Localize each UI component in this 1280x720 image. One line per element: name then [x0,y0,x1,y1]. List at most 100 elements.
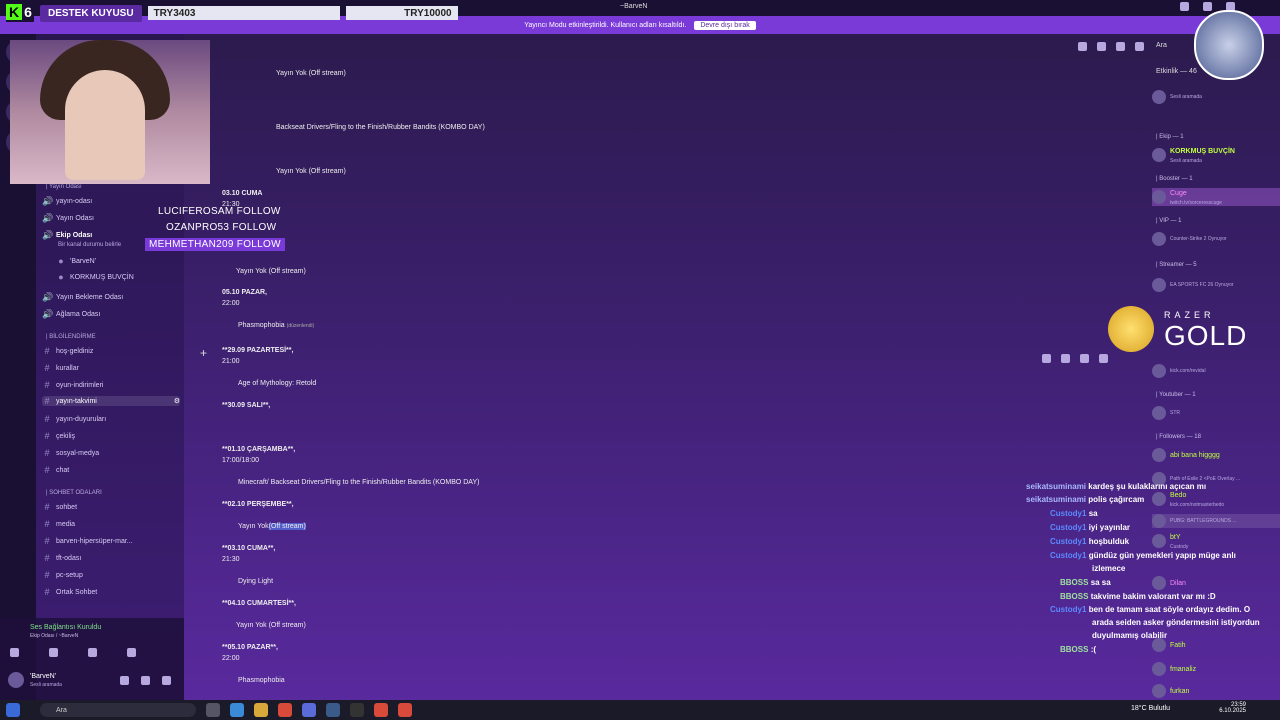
maximize-icon[interactable] [1203,2,1212,11]
member-item[interactable]: furkan [1152,684,1280,698]
camera-icon[interactable] [10,648,19,657]
member-item[interactable]: STR [1152,406,1280,420]
avatar[interactable] [8,672,24,688]
microphone-icon[interactable] [120,676,129,685]
channel-status[interactable]: Bir kanal durumu belirle [58,242,121,248]
channel-label: yayın-odası [56,198,93,205]
message-line: Backseat Drivers/Fling to the Finish/Rub… [276,124,485,131]
channel-label: Yayın Bekleme Odası [56,294,124,301]
text-channel-active[interactable]: # yayın-takvimi ⚙ [42,396,180,406]
discord-icon[interactable] [302,703,316,717]
text-channel[interactable]: # chat [42,465,180,475]
clock[interactable]: 23:59 6.10.2025 [1219,702,1246,714]
obs-icon[interactable] [350,703,364,717]
user-status: Sesli aramada [30,682,62,688]
member-status: Sesli aramada [1170,94,1202,100]
chat-line: BBOSS :( [1060,645,1096,654]
voice-channel[interactable]: 🔊 Ağlama Odası [42,309,180,320]
weather[interactable]: 18°C Bulutlu [1131,705,1170,712]
channel-label: pc-setup [56,571,83,579]
chat-user: Custody1 [1050,523,1087,532]
search-input[interactable]: Ara [1156,42,1167,49]
member-item[interactable]: Fatih [1152,638,1280,652]
message-line: Dying Light [238,578,274,585]
text-channel[interactable]: # yayın-duyuruları [42,414,180,424]
member-item[interactable]: KORKMUŞ BUVÇİN Sesli aramada [1152,146,1280,164]
text-channel[interactable]: # tft-odası [42,553,180,563]
minimize-icon[interactable] [1180,2,1189,11]
member-item[interactable]: EA SPORTS FC 26 Oynuyor [1152,278,1280,292]
category-chat[interactable]: | SOHBET ODALARI [46,490,102,496]
message-line: Phasmophobia [238,677,285,684]
chat-user: Custody1 [1050,605,1087,614]
activity-icon[interactable] [88,648,97,657]
edited-tag: (düzenlendi) [286,323,315,329]
text-channel[interactable]: # media [42,519,180,529]
text-channel[interactable]: # Ortak Sohbet [42,587,180,597]
member-item[interactable]: Dilan [1152,576,1280,590]
member-item[interactable]: Counter-Strike 2 Oynuyor [1152,232,1280,246]
edit-icon[interactable] [1061,354,1070,363]
steam-icon[interactable] [326,703,340,717]
avatar [1152,406,1166,420]
file-explorer-icon[interactable] [254,703,268,717]
member-item[interactable]: fmanaliz [1152,662,1280,676]
disable-streamer-mode-button[interactable]: Devre dışı bırak [694,20,756,30]
member-name: Fatih [1170,641,1186,649]
chat-line: seikatsuminami kardeş şu kulaklarını açı… [1026,482,1206,491]
voice-channel[interactable]: 🔊 Yayın Bekleme Odası [42,292,180,303]
edge-icon[interactable] [230,703,244,717]
text-channel[interactable]: # sohbet [42,502,180,512]
member-item[interactable]: Cuge twitch.tv/sorceresscuge [1152,188,1280,206]
voice-user[interactable]: ● 'BarveN' [56,256,194,266]
text-channel[interactable]: # çekiliş [42,431,180,441]
member-item[interactable]: Sesli aramada [1152,90,1280,104]
windows-start-icon[interactable] [6,703,20,717]
voice-user[interactable]: ● KORKMUŞ BUVÇİN [56,272,194,282]
text-channel[interactable]: # oyun-indirimleri [42,380,180,390]
hash-icon: # [44,502,50,512]
message-line: **04.10 CUMARTESİ**, [222,600,296,607]
chrome-icon[interactable] [398,703,412,717]
gold-label: GOLD [1164,320,1248,351]
member-status: STR [1170,410,1180,416]
text-channel[interactable]: # sosyal-medya [42,448,180,458]
member-item[interactable]: Bedo kick.com/notmasterbedo [1152,490,1280,508]
headphones-icon[interactable] [141,676,150,685]
selected-text[interactable]: (Off stream) [268,523,306,530]
member-item[interactable]: PUBG: BATTLEGROUNDS ... [1152,514,1280,528]
member-item[interactable]: btY Custody [1152,532,1280,550]
more-icon[interactable] [1099,354,1108,363]
settings-icon[interactable] [162,676,171,685]
user-name: 'BarveN' [30,673,57,680]
avatar [1152,534,1166,548]
hash-icon: # [44,448,50,458]
message-text: Yayın Yok [238,523,269,530]
category-voice[interactable]: | Yayın Odası [46,184,82,190]
text-channel[interactable]: # hoş-geldiniz [42,346,180,356]
chat-user: seikatsuminami [1026,482,1087,491]
text-channel[interactable]: # kurallar [42,363,180,373]
hash-icon: # [44,396,50,406]
member-status: twitch.tv/sorceresscuge [1170,200,1222,206]
taskbar-search-input[interactable]: Ara [40,703,196,717]
thread-icon[interactable] [1080,354,1089,363]
opera-icon[interactable] [374,703,388,717]
task-view-icon[interactable] [206,703,220,717]
react-icon[interactable] [1042,354,1051,363]
text-channel[interactable]: # pc-setup [42,570,180,580]
category-info[interactable]: | BİLGİLENDİRME [46,334,96,340]
member-item[interactable]: kick.com/revidal [1152,364,1280,378]
gear-icon[interactable]: ⚙ [174,397,180,405]
soundboard-icon[interactable] [127,648,136,657]
chrome-icon[interactable] [278,703,292,717]
text-channel[interactable]: # barven-hipersüper-mar... [42,536,180,546]
kick-logo: K6 [6,2,34,22]
message-line: Yayın Yok (Off stream) [276,168,346,175]
message-line[interactable]: Yayın Yok(Off stream) [238,523,306,530]
chat-user: Custody1 [1050,509,1087,518]
member-item[interactable]: abi bana higggg [1152,448,1280,462]
add-icon[interactable]: + [200,346,207,360]
screen-share-icon[interactable] [49,648,58,657]
chat-line: BBOSS takvime bakim valorant var mı :D [1060,592,1216,601]
